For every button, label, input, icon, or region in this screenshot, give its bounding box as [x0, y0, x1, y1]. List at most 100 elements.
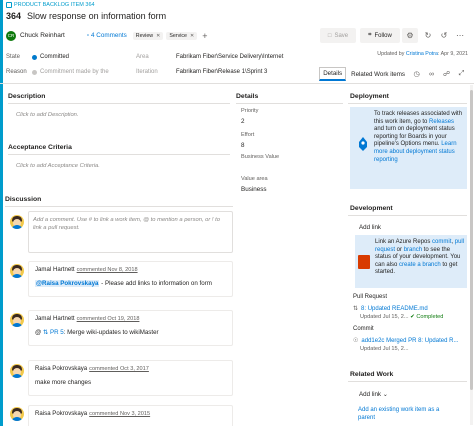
tab-related-work-items[interactable]: Related Work items [348, 69, 408, 80]
comment-author: Raisa Pokrovskaya [35, 410, 88, 417]
deployment-divider [348, 103, 467, 104]
state-area-row: State Committed Area Fabrikam Fiber\Serv… [6, 54, 306, 60]
development-info-panel: Link an Azure Repos commit, pull request… [355, 235, 467, 288]
reason-label: Reason [6, 69, 27, 75]
comments-count-label: 4 Comments [91, 32, 127, 39]
rocket-icon [359, 137, 367, 151]
mention-prefix: @ [35, 329, 42, 336]
scrollbar-thumb[interactable] [470, 90, 473, 390]
releases-link[interactable]: Releases [429, 119, 454, 125]
reason-value: Commitment made by the [40, 69, 109, 75]
related-work-heading: Related Work [350, 371, 394, 378]
deployment-heading: Deployment [350, 93, 389, 100]
tag-review[interactable]: Review ✕ [132, 31, 164, 40]
pull-request-meta: Updated Jul 15, 2... ✔ Completed [360, 314, 444, 320]
reason-field[interactable]: Commitment made by the [32, 69, 134, 75]
state-field[interactable]: Committed [32, 54, 134, 60]
effort-field[interactable]: 8 [241, 142, 245, 149]
area-field[interactable]: Fabrikam Fiber\Service Delivery\Internet [176, 54, 306, 60]
acceptance-divider [8, 154, 230, 155]
details-divider [236, 103, 343, 104]
priority-field[interactable]: 2 [241, 118, 245, 125]
development-text: Link an Azure Repos commit, pull request… [375, 239, 465, 276]
comment-author: Raisa Pokrovskaya [35, 365, 88, 372]
tag-label: Service [169, 32, 187, 39]
work-item-type: PRODUCT BACKLOG ITEM 364 [6, 2, 95, 8]
undo-button[interactable]: ↺ [436, 28, 452, 43]
assignee-field[interactable]: Chuck Reinhart [20, 32, 65, 39]
backlog-item-icon [6, 2, 12, 8]
value-area-field[interactable]: Business [241, 186, 267, 193]
state-dot-icon [32, 54, 37, 60]
updated-prefix: Updated by [377, 51, 406, 57]
more-actions-button[interactable]: ⋯ [452, 28, 468, 43]
updated-by-text: Updated by Cristina Potra: Apr 9, 2021 [377, 51, 468, 57]
description-heading: Description [8, 93, 46, 100]
comment-timestamp[interactable]: commented Oct 19, 2018 [77, 316, 140, 322]
remove-tag-icon[interactable]: ✕ [156, 33, 160, 39]
acceptance-criteria-heading: Acceptance Criteria [8, 144, 72, 151]
business-value-field[interactable] [241, 164, 331, 173]
comment-text: make more changes [35, 379, 92, 386]
links-icon[interactable]: ∞ [425, 68, 438, 81]
completed-status: ✔ Completed [410, 314, 444, 320]
area-label: Area [136, 54, 149, 60]
commit-icon: ☉ [353, 338, 359, 344]
commit-meta: Updated Jul 15, 2... [360, 346, 409, 352]
undo-icon: ↺ [440, 31, 448, 40]
pull-request-link[interactable]: PR 5 [50, 329, 64, 336]
refresh-icon: ↻ [424, 31, 432, 40]
deployment-info-panel: To track releases associated with this w… [350, 107, 467, 189]
gear-icon: ⚙ [406, 31, 414, 40]
commit-link[interactable]: commit [432, 239, 451, 245]
priority-label: Priority [241, 108, 259, 114]
work-item-type-label: PRODUCT BACKLOG ITEM 364 [14, 2, 95, 8]
remove-tag-icon[interactable]: ✕ [190, 33, 194, 39]
add-existing-parent-link[interactable]: Add an existing work item as a parent [358, 407, 458, 422]
history-icon[interactable]: ◷ [410, 68, 423, 81]
acceptance-criteria-field[interactable]: Click to add Acceptance Criteria. [16, 163, 100, 169]
development-add-link-button[interactable]: Add link [359, 224, 381, 231]
commit-title: add1e2c Merged PR 8: Updated R... [361, 337, 459, 344]
add-tag-button[interactable]: + [202, 31, 207, 41]
mention-link[interactable]: @Raisa Pokrovskaya [35, 280, 100, 287]
business-value-label: Business Value [241, 154, 280, 160]
assignee-avatar: CR [6, 30, 16, 41]
related-work-divider [348, 381, 467, 382]
attachment-icon[interactable]: ☍ [440, 68, 453, 81]
save-label: Save [334, 32, 349, 39]
follow-icon: ⌗ [368, 32, 372, 38]
follow-label: Follow [374, 32, 392, 39]
comment-icon: ▫ [86, 32, 90, 39]
comment-timestamp[interactable]: commented Nov 8, 2018 [77, 267, 138, 273]
tab-details[interactable]: Details [319, 67, 347, 81]
comment-timestamp[interactable]: commented Oct 3, 2017 [89, 366, 149, 372]
linked-pull-request[interactable]: ⇅ 8: Updated README.md [353, 305, 428, 313]
iteration-field[interactable]: Fabrikam Fiber\Release 1\Sprint 3 [176, 69, 306, 75]
comment-input[interactable]: Add a comment. Use # to link a work item… [28, 211, 233, 253]
current-user-avatar [10, 215, 24, 229]
save-button[interactable]: □ Save [320, 28, 356, 43]
deployment-text: To track releases associated with this w… [374, 111, 463, 163]
updated-by-link[interactable]: Cristina Potra [406, 51, 438, 57]
branch-link[interactable]: branch [404, 247, 422, 253]
related-add-link-button[interactable]: Add link ⌄ [359, 391, 388, 398]
pull-request-icon: ⇅ [43, 329, 49, 336]
state-value: Committed [40, 54, 70, 60]
follow-button[interactable]: ⌗ Follow [360, 28, 400, 43]
linked-commit[interactable]: ☉ add1e2c Merged PR 8: Updated R... [353, 337, 459, 345]
save-icon: □ [327, 32, 332, 39]
create-branch-link[interactable]: create a branch [399, 262, 441, 268]
tag-service[interactable]: Service ✕ [166, 31, 198, 40]
comments-link[interactable]: ▫ 4 Comments [87, 32, 127, 39]
settings-button[interactable]: ⚙ [402, 28, 418, 43]
commenter-avatar [10, 407, 24, 421]
chevron-down-icon: ⌄ [382, 391, 388, 398]
description-field[interactable]: Click to add Description. [16, 112, 79, 118]
fullscreen-icon[interactable]: ⤢ [455, 68, 468, 81]
description-divider [8, 103, 230, 104]
refresh-button[interactable]: ↻ [420, 28, 436, 43]
work-item-id: 364 [6, 11, 22, 21]
comment-timestamp[interactable]: commented Nov 3, 2015 [89, 411, 150, 417]
work-item-title[interactable]: Slow response on information form [27, 11, 166, 21]
